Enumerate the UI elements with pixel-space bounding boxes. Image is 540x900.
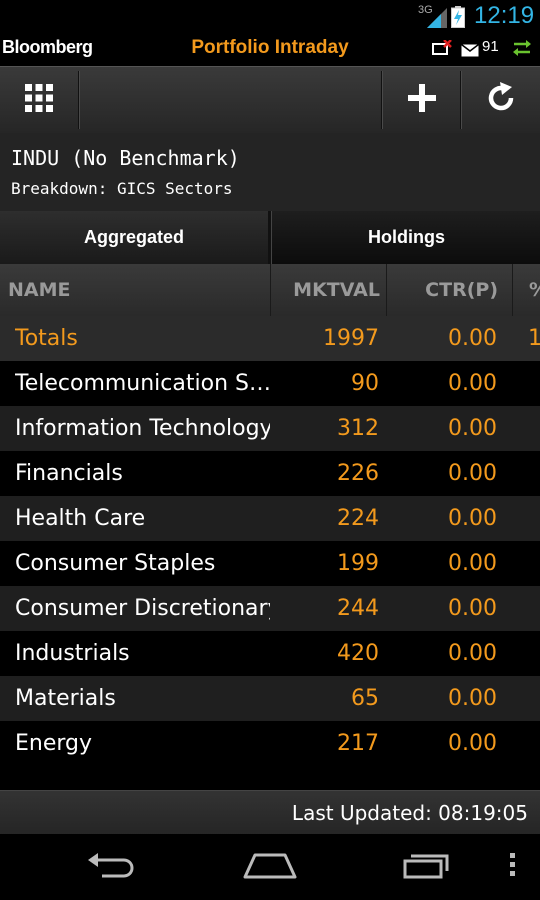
- table-row[interactable]: Industrials 420 0.00: [0, 631, 540, 676]
- last-updated: Last Updated: 08:19:05: [291, 801, 528, 825]
- row-name: Totals: [15, 326, 78, 351]
- row-mktval: 90: [351, 371, 379, 396]
- totals-row[interactable]: Totals 1997 0.00 1: [0, 316, 540, 361]
- tab-aggregated[interactable]: Aggregated: [0, 211, 268, 264]
- row-name: Industrials: [15, 641, 130, 666]
- row-ctr: 0.00: [448, 416, 497, 441]
- table-header: NAME MKTVAL CTR(P) %: [0, 264, 540, 316]
- column-header-mktval-label: MKTVAL: [293, 279, 380, 301]
- row-ctr: 0.00: [448, 551, 497, 576]
- table-row[interactable]: Consumer Staples 199 0.00: [0, 541, 540, 586]
- app-header: Bloomberg Portfolio Intraday 91: [0, 32, 540, 66]
- row-ctr: 0.00: [448, 596, 497, 621]
- clock: 12:19: [474, 2, 535, 29]
- overflow-menu-icon: [510, 853, 516, 881]
- recents-button[interactable]: [386, 834, 470, 900]
- mail-icon[interactable]: [461, 42, 479, 61]
- status-bar: 3G 12:19: [0, 0, 540, 32]
- row-mktval: 226: [337, 461, 379, 486]
- table-row[interactable]: Financials 226 0.00: [0, 451, 540, 496]
- row-name: Consumer Discretionary: [15, 596, 270, 621]
- row-ctr: 0.00: [448, 326, 497, 351]
- column-header-mktval[interactable]: MKTVAL: [270, 264, 380, 316]
- row-mktval: 224: [337, 506, 379, 531]
- table-row[interactable]: Information Technology 312 0.00: [0, 406, 540, 451]
- column-header-ctr-label: CTR(P): [425, 279, 498, 301]
- add-icon: [407, 83, 437, 117]
- overflow-menu-button[interactable]: [500, 834, 526, 900]
- mail-count: 91: [482, 38, 499, 55]
- row-mktval: 244: [337, 596, 379, 621]
- signal-icon: [427, 8, 447, 32]
- index-label: INDU (No Benchmark): [11, 146, 240, 170]
- row-ctr: 0.00: [448, 641, 497, 666]
- row-name: Telecommunication S…: [15, 371, 270, 396]
- row-name: Health Care: [15, 506, 146, 531]
- row-ctr: 0.00: [448, 461, 497, 486]
- home-icon: [243, 851, 297, 883]
- breakdown-label: Breakdown: GICS Sectors: [11, 179, 233, 198]
- row-name: Consumer Staples: [15, 551, 216, 576]
- refresh-button[interactable]: [462, 67, 540, 133]
- grid-menu-button[interactable]: [0, 67, 78, 133]
- table-row[interactable]: Telecommunication S… 90 0.00: [0, 361, 540, 406]
- page-title: Portfolio Intraday: [191, 37, 349, 58]
- row-name: Materials: [15, 686, 116, 711]
- sector-table: Totals 1997 0.00 1 Telecommunication S… 9…: [0, 316, 540, 766]
- row-ctr: 0.00: [448, 731, 497, 756]
- home-button[interactable]: [228, 834, 312, 900]
- row-mktval: 65: [351, 686, 379, 711]
- view-tabs: Aggregated Holdings: [0, 211, 540, 264]
- toolbar-divider: [78, 71, 80, 129]
- refresh-icon: [485, 82, 517, 118]
- tab-holdings[interactable]: Holdings: [271, 211, 540, 264]
- system-nav-bar: [0, 834, 540, 900]
- row-ctr: 0.00: [448, 371, 497, 396]
- recents-icon: [403, 851, 453, 883]
- column-header-ctr[interactable]: CTR(P): [386, 264, 498, 316]
- battery-icon: [451, 6, 465, 32]
- back-icon: [88, 852, 136, 882]
- back-button[interactable]: [70, 834, 154, 900]
- row-mktval: 1997: [323, 326, 379, 351]
- table-row[interactable]: Materials 65 0.00: [0, 676, 540, 721]
- row-pct: 1: [528, 326, 540, 351]
- table-row[interactable]: Health Care 224 0.00: [0, 496, 540, 541]
- portfolio-info[interactable]: INDU (No Benchmark) Breakdown: GICS Sect…: [0, 133, 540, 212]
- row-ctr: 0.00: [448, 686, 497, 711]
- footer-bar: Last Updated: 08:19:05: [0, 790, 540, 835]
- grid-menu-icon: [24, 83, 54, 117]
- row-mktval: 217: [337, 731, 379, 756]
- row-name: Financials: [15, 461, 123, 486]
- row-name: Information Technology: [15, 416, 270, 441]
- alert-icon[interactable]: [432, 39, 452, 62]
- table-row[interactable]: Consumer Discretionary 244 0.00: [0, 586, 540, 631]
- row-mktval: 420: [337, 641, 379, 666]
- row-mktval: 312: [337, 416, 379, 441]
- row-mktval: 199: [337, 551, 379, 576]
- column-header-name[interactable]: NAME: [8, 264, 270, 316]
- add-button[interactable]: [383, 67, 461, 133]
- action-toolbar: [0, 66, 540, 134]
- sync-icon: [513, 40, 531, 60]
- row-ctr: 0.00: [448, 506, 497, 531]
- row-name: Energy: [15, 731, 93, 756]
- table-row[interactable]: Energy 217 0.00: [0, 721, 540, 766]
- column-header-pct[interactable]: %: [512, 264, 540, 316]
